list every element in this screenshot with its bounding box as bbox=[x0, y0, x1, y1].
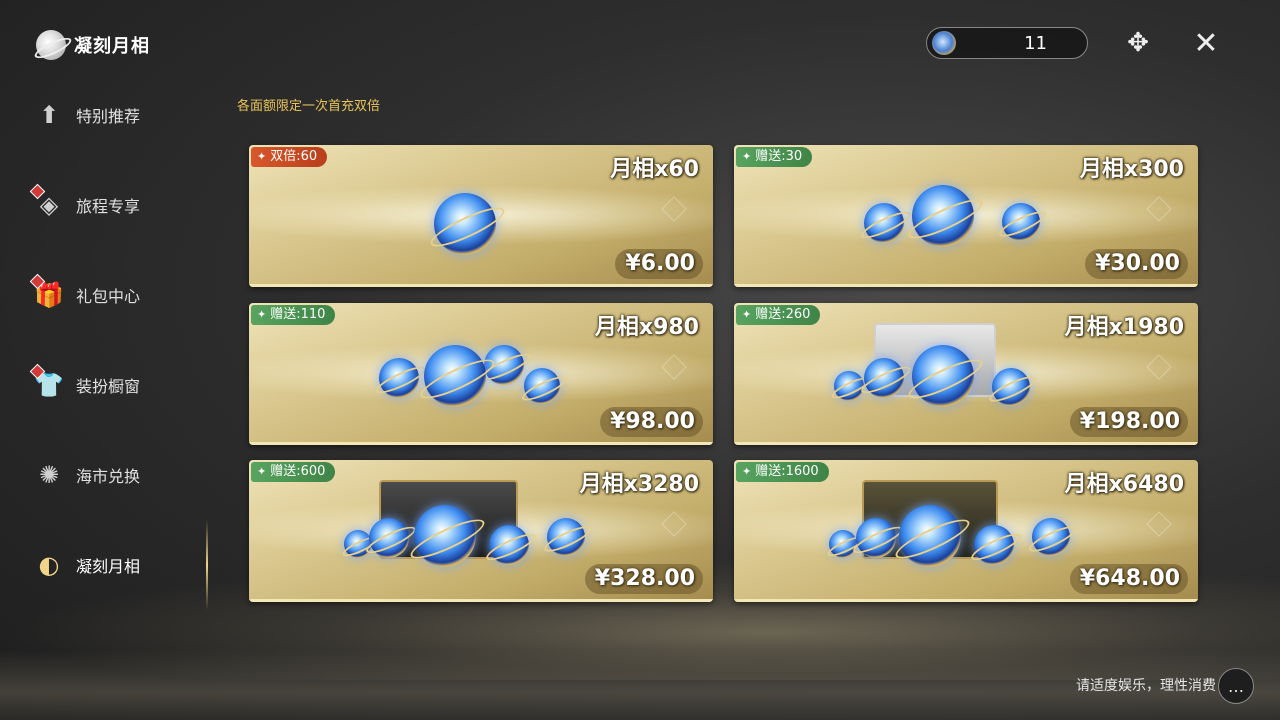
sidebar-item-gift-center[interactable]: 🎁 礼包中心 bbox=[29, 270, 200, 320]
product-card[interactable]: ✦ 赠送:110 月相x980 ¥98.00 bbox=[249, 303, 713, 445]
sidebar-item-special-recommend[interactable]: ⬆ 特别推荐 bbox=[30, 90, 200, 140]
sidebar-item-label: 海市兑换 bbox=[76, 467, 141, 486]
chat-icon: … bbox=[1228, 676, 1244, 696]
price-tag: ¥6.00 bbox=[615, 249, 703, 279]
sidebar-item-outfit-showcase[interactable]: 👕 装扮橱窗 bbox=[29, 360, 200, 410]
journey-icon: ◈ bbox=[29, 183, 68, 224]
bonus-badge: ✦ 赠送:1600 bbox=[736, 462, 829, 482]
moon-phase-currency-icon bbox=[932, 31, 956, 55]
page-title: 凝刻月相 bbox=[36, 30, 150, 60]
sparkle-icon: ✦ bbox=[257, 150, 267, 163]
currency-amount: 11 bbox=[1024, 32, 1047, 54]
product-card[interactable]: ✦ 赠送:260 月相x1980 ¥198.00 bbox=[734, 303, 1198, 445]
bonus-badge: ✦ 赠送:260 bbox=[736, 305, 821, 325]
price-tag: ¥98.00 bbox=[600, 407, 703, 437]
product-title: 月相x1980 bbox=[1064, 315, 1184, 340]
sidebar-item-label: 特别推荐 bbox=[76, 107, 141, 126]
product-title: 月相x60 bbox=[610, 157, 699, 182]
sidebar-active-indicator bbox=[206, 520, 208, 610]
product-title: 月相x980 bbox=[594, 315, 699, 340]
sidebar-item-label: 旅程专享 bbox=[76, 197, 141, 216]
sidebar-item-exchange[interactable]: ✺ 海市兑换 bbox=[30, 450, 200, 500]
gift-arrow-icon: ⬆ bbox=[38, 101, 60, 129]
sidebar-item-label: 凝刻月相 bbox=[76, 557, 141, 576]
bonus-badge: ✦ 赠送:110 bbox=[251, 305, 336, 325]
moon-phase-logo-icon bbox=[36, 30, 66, 60]
sparkle-icon: ✦ bbox=[742, 150, 752, 163]
bonus-badge: ✦ 赠送:600 bbox=[251, 462, 336, 482]
guide-button[interactable]: ✥ bbox=[1122, 26, 1154, 60]
sparkle-icon: ✦ bbox=[742, 465, 752, 478]
close-button[interactable]: ✕ bbox=[1190, 25, 1222, 61]
bonus-badge: ✦ 双倍:60 bbox=[251, 147, 328, 167]
currency-display[interactable]: 11 bbox=[926, 27, 1088, 59]
customer-service-button[interactable]: … bbox=[1218, 668, 1254, 704]
moon-phase-icon: ◐ bbox=[38, 551, 60, 579]
bonus-badge: ✦ 赠送:30 bbox=[736, 147, 813, 167]
product-card[interactable]: ✦ 双倍:60 月相x60 ¥6.00 bbox=[249, 145, 713, 287]
product-title: 月相x300 bbox=[1079, 157, 1184, 182]
price-tag: ¥328.00 bbox=[584, 564, 703, 594]
product-title: 月相x6480 bbox=[1064, 472, 1184, 497]
price-tag: ¥30.00 bbox=[1085, 249, 1188, 279]
gift-box-icon: 🎁 bbox=[29, 273, 68, 314]
moderation-notice: 请适度娱乐，理性消费 bbox=[1076, 678, 1216, 694]
compass-icon: ✥ bbox=[1127, 28, 1149, 58]
product-card[interactable]: ✦ 赠送:600 月相x3280 ¥328.00 bbox=[249, 460, 713, 602]
sparkle-icon: ✦ bbox=[257, 465, 267, 478]
sparkle-icon: ✦ bbox=[257, 308, 267, 321]
product-card[interactable]: ✦ 赠送:1600 月相x6480 ¥648.00 bbox=[734, 460, 1198, 602]
outfit-icon: 👕 bbox=[29, 363, 68, 404]
price-tag: ¥648.00 bbox=[1069, 564, 1188, 594]
sidebar-item-label: 装扮橱窗 bbox=[76, 377, 141, 396]
sidebar-item-moon-phase[interactable]: ◐ 凝刻月相 bbox=[30, 540, 200, 590]
sidebar-item-label: 礼包中心 bbox=[76, 287, 141, 306]
product-title: 月相x3280 bbox=[579, 472, 699, 497]
price-tag: ¥198.00 bbox=[1069, 407, 1188, 437]
close-icon: ✕ bbox=[1193, 25, 1219, 61]
sidebar-item-journey[interactable]: ◈ 旅程专享 bbox=[29, 180, 200, 230]
first-purchase-notice: 各面额限定一次首充双倍 bbox=[237, 99, 381, 114]
coral-icon: ✺ bbox=[38, 461, 60, 489]
product-card[interactable]: ✦ 赠送:30 月相x300 ¥30.00 bbox=[734, 145, 1198, 287]
page-title-text: 凝刻月相 bbox=[74, 36, 150, 57]
sparkle-icon: ✦ bbox=[742, 308, 752, 321]
